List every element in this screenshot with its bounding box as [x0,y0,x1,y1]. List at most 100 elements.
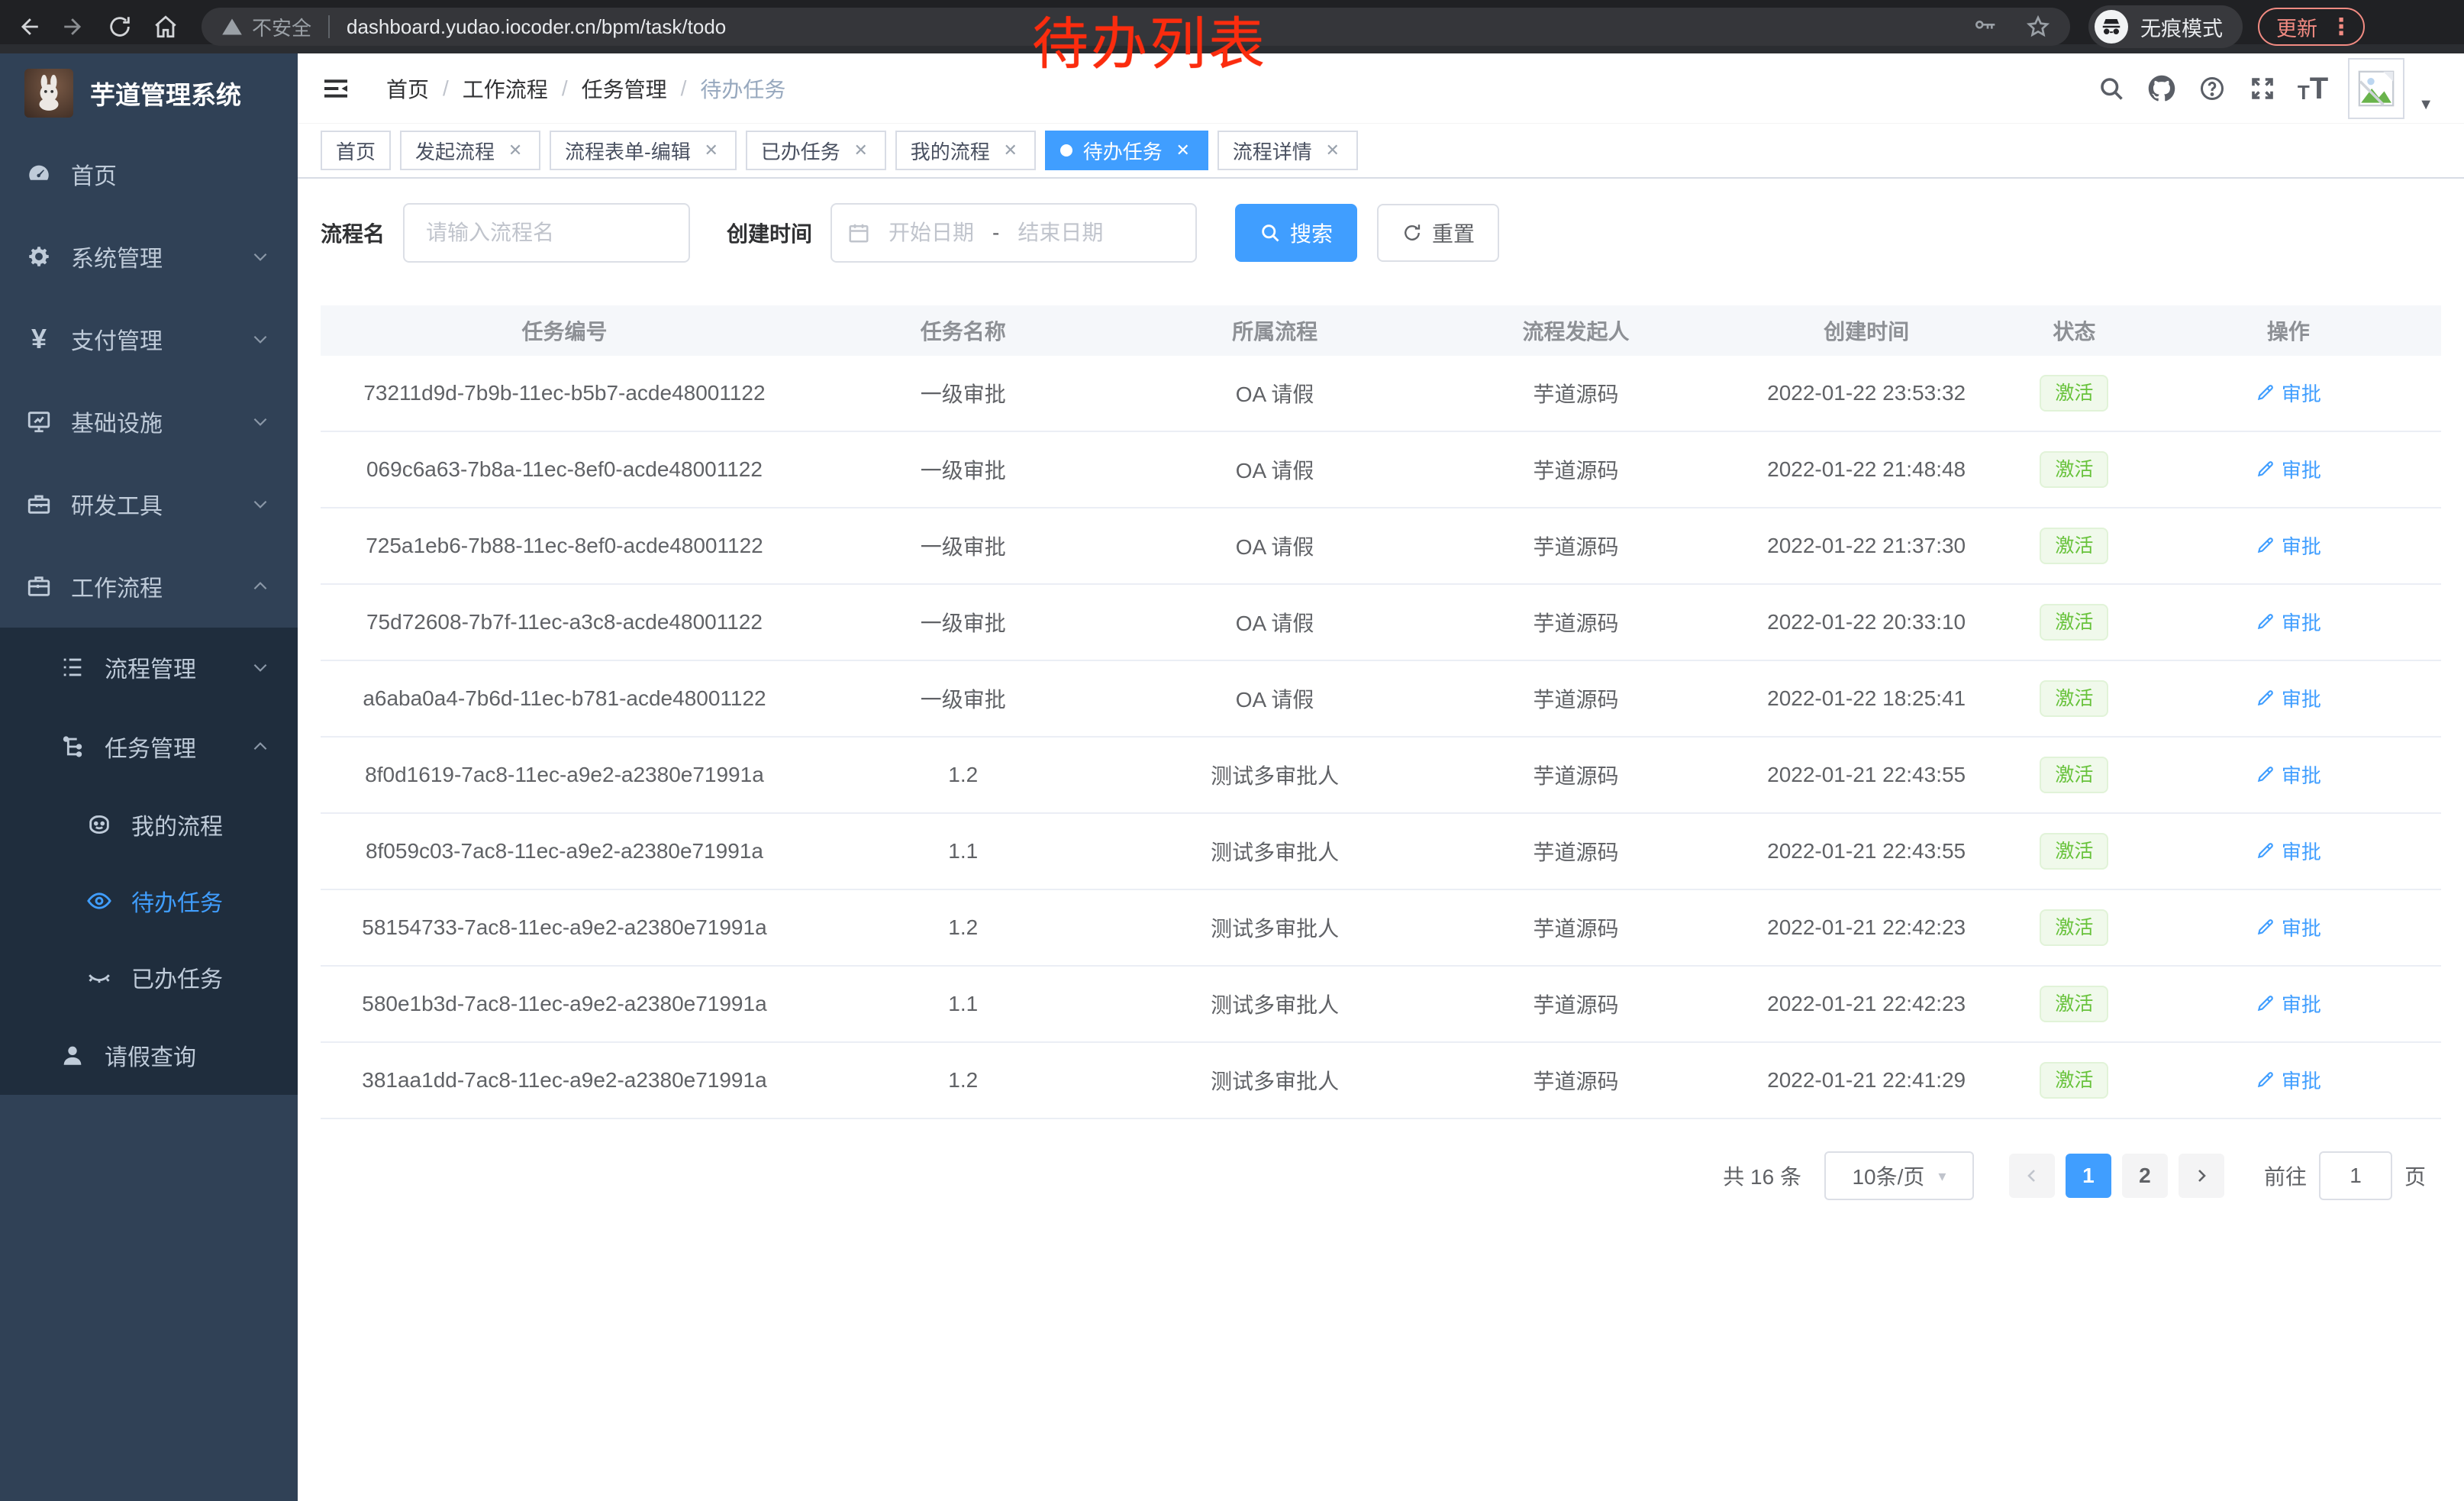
breadcrumb: 首页 工作流程 任务管理 待办任务 [386,73,785,104]
chevron-down-icon [250,657,270,677]
sidebar-item-system[interactable]: 系统管理 [0,215,298,298]
close-icon[interactable] [1001,140,1021,160]
reload-icon[interactable] [102,9,137,44]
close-icon[interactable] [1173,140,1193,160]
status-badge: 激活 [2040,680,2108,717]
sidebar-item-process-management[interactable]: 流程管理 [0,628,298,707]
avatar-caret-icon[interactable] [2418,93,2433,115]
approve-link[interactable]: 审批 [2256,913,2321,941]
approve-link[interactable]: 审批 [2256,684,2321,712]
approve-link[interactable]: 审批 [2256,531,2321,560]
tab-done-tasks[interactable]: 已办任务 [746,131,886,170]
start-date-input[interactable] [870,221,992,245]
gear-icon [25,243,53,270]
tab-my-process[interactable]: 我的流程 [895,131,1036,170]
sidebar-item-dev-tools[interactable]: 研发工具 [0,463,298,545]
sidebar-item-my-process[interactable]: 我的流程 [0,786,298,863]
address-bar[interactable]: 不安全 dashboard.yudao.iocoder.cn/bpm/task/… [202,8,2070,46]
total-count: 共 16 条 [1723,1160,1801,1191]
close-icon[interactable] [1323,140,1343,160]
page-unit-label: 页 [2404,1160,2426,1191]
page-size-select[interactable]: 10条/页 [1824,1151,1974,1200]
fullscreen-icon[interactable] [2247,73,2278,104]
prev-page-button[interactable] [2009,1154,2055,1198]
dashboard-icon [25,160,53,188]
approve-link[interactable]: 审批 [2256,837,2321,865]
sidebar-item-done-tasks[interactable]: 已办任务 [0,939,298,1015]
end-date-input[interactable] [999,221,1121,245]
chevron-down-icon [250,247,270,266]
sidebar-item-payment[interactable]: ¥ 支付管理 [0,298,298,380]
reset-button[interactable]: 重置 [1377,204,1499,262]
date-range-picker[interactable]: - [830,203,1197,263]
breadcrumb-workflow[interactable]: 工作流程 [463,73,548,104]
close-icon[interactable] [505,140,525,160]
key-icon[interactable] [1972,15,1997,39]
approve-link[interactable]: 审批 [2256,989,2321,1018]
avatar[interactable] [2348,58,2404,119]
edit-pencil-icon [2256,535,2275,555]
chevron-down-icon [1938,1167,1946,1186]
approve-link[interactable]: 审批 [2256,760,2321,789]
chevron-up-icon [250,737,270,757]
browser-menu-icon[interactable] [2330,14,2353,40]
sidebar-item-infrastructure[interactable]: 基础设施 [0,380,298,463]
bookmark-star-icon[interactable] [2026,15,2050,39]
goto-label: 前往 [2264,1160,2307,1191]
breadcrumb-home[interactable]: 首页 [386,73,429,104]
process-name-input[interactable] [403,203,690,263]
approve-link[interactable]: 审批 [2256,608,2321,636]
edit-pencil-icon [2256,841,2275,860]
calendar-icon [847,221,870,244]
not-secure-icon [221,16,252,37]
tab-process-detail[interactable]: 流程详情 [1217,131,1358,170]
home-icon[interactable] [148,9,183,44]
goto-page-input[interactable] [2319,1151,2392,1200]
page-1-button[interactable]: 1 [2066,1154,2111,1198]
status-badge: 激活 [2040,757,2108,793]
edit-pencil-icon [2256,383,2275,402]
breadcrumb-separator [562,76,568,101]
back-icon[interactable] [11,9,46,44]
sidebar-item-todo-tasks[interactable]: 待办任务 [0,863,298,939]
approve-link[interactable]: 审批 [2256,1066,2321,1094]
next-page-button[interactable] [2179,1154,2224,1198]
table-row: 580e1b3d-7ac8-11ec-a9e2-a2380e71991a 1.1… [321,967,2441,1043]
font-size-icon[interactable] [2298,75,2328,102]
edit-pencil-icon [2256,688,2275,708]
breadcrumb-task-management[interactable]: 任务管理 [582,73,667,104]
browser-update-button[interactable]: 更新 [2258,8,2365,46]
edit-pencil-icon [2256,993,2275,1013]
github-icon[interactable] [2146,73,2177,104]
approve-link[interactable]: 审批 [2256,455,2321,483]
tab-process-form-edit[interactable]: 流程表单-编辑 [550,131,737,170]
tab-start-process[interactable]: 发起流程 [400,131,540,170]
browser-chrome: 不安全 dashboard.yudao.iocoder.cn/bpm/task/… [0,0,2464,53]
close-icon[interactable] [701,140,721,160]
sidebar-item-workflow[interactable]: 工作流程 [0,545,298,628]
status-badge: 激活 [2040,909,2108,946]
table-row: 8f0d1619-7ac8-11ec-a9e2-a2380e71991a 1.2… [321,738,2441,814]
app-logo[interactable]: 芋道管理系统 [0,53,298,133]
sidebar-item-task-management[interactable]: 任务管理 [0,707,298,786]
status-badge: 激活 [2040,1062,2108,1099]
collapse-sidebar-icon[interactable] [321,73,351,104]
close-icon[interactable] [851,140,871,160]
search-form: 流程名 创建时间 - 搜索 重置 [321,203,1499,263]
sidebar-item-home[interactable]: 首页 [0,133,298,215]
create-time-label: 创建时间 [727,218,812,248]
forward-icon[interactable] [56,9,92,44]
search-icon[interactable] [2096,73,2127,104]
sidebar-item-leave-query[interactable]: 请假查询 [0,1015,298,1095]
approve-link[interactable]: 审批 [2256,379,2321,407]
tab-todo-tasks[interactable]: 待办任务 [1045,131,1208,170]
chevron-up-icon [250,576,270,596]
tab-home[interactable]: 首页 [321,131,391,170]
logo-image [24,69,73,118]
search-button[interactable]: 搜索 [1235,204,1357,262]
security-label: 不安全 [252,13,311,41]
table-row: 58154733-7ac8-11ec-a9e2-a2380e71991a 1.2… [321,890,2441,967]
help-icon[interactable] [2197,73,2227,104]
search-icon [1259,222,1281,244]
page-2-button[interactable]: 2 [2122,1154,2168,1198]
